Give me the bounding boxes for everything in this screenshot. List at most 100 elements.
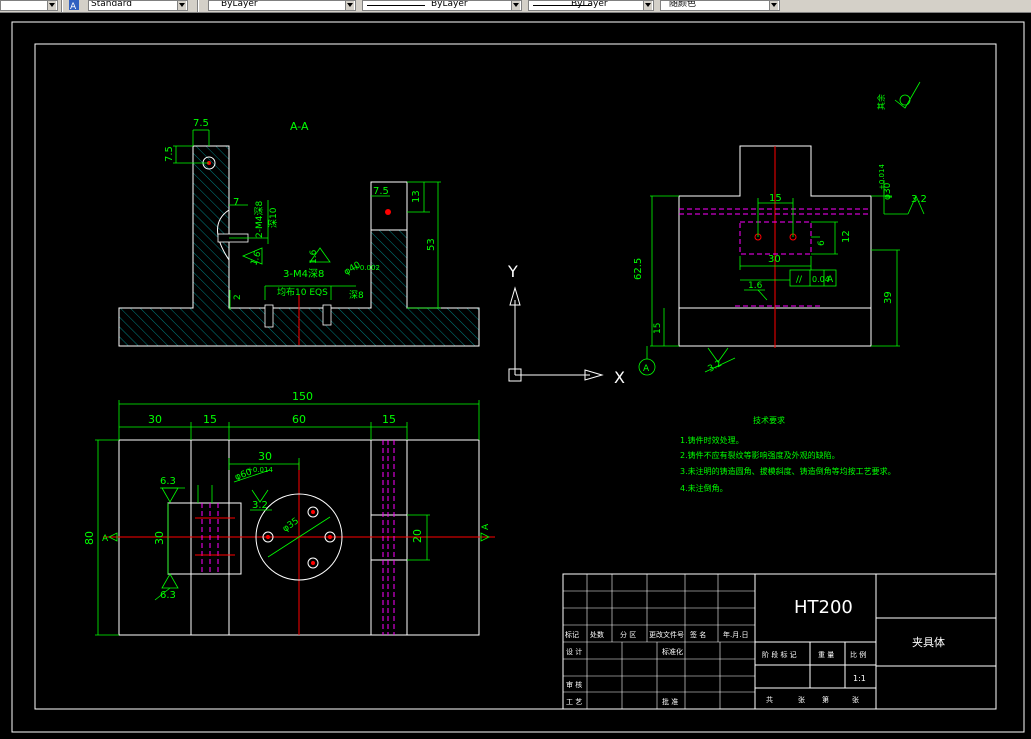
label-date: 年.月.日 (723, 630, 748, 639)
other-roughness-mark: 其余 (876, 94, 886, 110)
label-mark: 标记 (565, 630, 579, 639)
chevron-down-icon[interactable] (643, 1, 652, 10)
technical-notes: 技术要求 1.铸件时效处理。 2.铸件不应有裂纹等影响强度及外观的缺陷。 3.未… (680, 415, 896, 493)
roughness-6-3-b: 6.3 (160, 590, 176, 601)
dim-30-top: 30 (148, 413, 162, 426)
tol-0-002: +0.002 (354, 264, 380, 272)
dim-phi35: φ35 (281, 516, 301, 534)
dim-2: 2 (233, 294, 243, 300)
section-mark-left: A (102, 534, 109, 544)
roughness-3-2: 3.2 (911, 194, 927, 205)
dim-7: 7 (233, 197, 239, 208)
section-mark-right: A (481, 523, 491, 530)
chevron-down-icon[interactable] (47, 1, 56, 10)
label-stage: 阶 段 标 记 (762, 650, 797, 659)
color-dropdown[interactable]: 随颜色 (660, 0, 780, 11)
color-value: 随颜色 (669, 0, 697, 9)
section-view: A-A 7.5 7.5 7 2-M4深8 深10 1.6 1.6 3-M4深8 … (118, 118, 480, 347)
label-process: 工 艺 (566, 698, 582, 706)
gtol-symbol: // (796, 275, 803, 285)
dim-15: 15 (769, 193, 782, 204)
dim-39: 39 (883, 291, 894, 304)
lineweight-value: ByLayer (571, 0, 608, 9)
dim-30-mid: 30 (258, 450, 272, 463)
chevron-down-icon[interactable] (769, 1, 778, 10)
toolbar-separator (61, 0, 63, 12)
text-style-icon[interactable]: A (68, 0, 80, 11)
dim-12: 12 (841, 230, 852, 243)
label-sheets: 张 (798, 695, 805, 704)
label-zone: 分 区 (620, 630, 636, 639)
linetype-dropdown[interactable]: ByLayer (362, 0, 522, 11)
dim-15-top-a: 15 (203, 413, 217, 426)
label-signature: 签 名 (690, 630, 706, 639)
dim-7-5-top: 7.5 (193, 118, 209, 129)
note-item: 4.未注倒角。 (680, 483, 728, 493)
dim-6: 6 (817, 240, 827, 246)
prev-dropdown[interactable] (0, 0, 58, 11)
dim-20: 20 (411, 529, 424, 543)
dim-80: 80 (83, 531, 96, 545)
ucs-icon: Y X (507, 262, 625, 387)
depth-8: 深8 (349, 290, 364, 301)
datum-a: A (643, 364, 650, 374)
drawing-canvas[interactable]: A-A 7.5 7.5 7 2-M4深8 深10 1.6 1.6 3-M4深8 … (0, 12, 1031, 739)
note-item: 3.未注明的铸造圆角、拔模斜度、铸造倒角等均按工艺要求。 (680, 466, 896, 476)
label-standard: 标准化 (662, 647, 683, 656)
dim-7-5-vert: 7.5 (164, 146, 175, 162)
side-view: 15 φ30 +0.014 3.2 6 12 30 62.5 39 1.6 //… (633, 81, 927, 376)
dim-7-5-right: 7.5 (373, 186, 389, 197)
plan-view: 150 30 15 60 15 30 φ60 +0.014 6.3 3.2 80… (83, 390, 495, 636)
label-sheet: 张 (852, 695, 859, 704)
label-approve: 批 准 (662, 697, 678, 706)
svg-text:A: A (70, 2, 77, 11)
toolbar-separator (197, 0, 199, 12)
hole-left (264, 304, 274, 328)
label-weight: 重 量 (818, 651, 834, 659)
chevron-down-icon[interactable] (511, 1, 520, 10)
dim-62-5: 62.5 (633, 258, 644, 280)
gtol-datum: A (827, 275, 834, 285)
material-text: HT200 (794, 597, 853, 618)
label-count: 处数 (590, 630, 604, 639)
label-change-doc: 更改文件号 (649, 630, 684, 639)
notes-title: 技术要求 (753, 415, 785, 425)
eqs-note: 均布10 EQS (277, 286, 328, 298)
dim-150: 150 (292, 390, 313, 403)
x-axis-label: X (614, 368, 625, 387)
roughness-1-6-b: 1.6 (309, 249, 319, 264)
part-name-text: 夹具体 (912, 635, 945, 649)
tol-plan-0-014: +0.014 (247, 466, 273, 474)
chevron-down-icon[interactable] (345, 1, 354, 10)
dim-13: 13 (411, 190, 422, 203)
tol-0-014: +0.014 (878, 164, 886, 190)
label-total: 共 (766, 695, 773, 704)
label-no: 第 (822, 695, 829, 704)
pin-hole-right (385, 209, 391, 215)
title-block-row-labels: 标记 处数 分 区 更改文件号 签 名 年.月.日 设 计 标准化 审 核 工 … (565, 630, 866, 706)
dim-60: 60 (292, 413, 306, 426)
text-style-dropdown[interactable]: Standard (88, 0, 188, 11)
dim-30-vert: 30 (153, 531, 166, 545)
layer-value: ByLayer (221, 0, 258, 9)
note-item: 1.铸件时效处理。 (680, 435, 744, 445)
roughness-3-2-plan: 3.2 (252, 500, 268, 511)
y-axis-label: Y (507, 262, 518, 281)
label-review: 审 核 (566, 680, 582, 689)
note-item: 2.铸件不应有裂纹等影响强度及外观的缺陷。 (680, 450, 840, 460)
scale-value: 1:1 (853, 674, 866, 683)
chevron-down-icon[interactable] (177, 1, 186, 10)
roughness-3-2b: 3.2 (707, 359, 724, 375)
label-scale: 比 例 (850, 650, 866, 659)
drawing-outer-frame (11, 21, 1025, 733)
layer-dropdown[interactable]: ByLayer (208, 0, 356, 11)
lineweight-dropdown[interactable]: ByLayer (528, 0, 654, 11)
section-label: A-A (290, 120, 309, 133)
dim-53: 53 (426, 238, 437, 251)
dim-15-top-b: 15 (382, 413, 396, 426)
thread-3m4: 3-M4深8 (283, 268, 324, 280)
hole-right (322, 304, 332, 326)
dim-15b: 15 (653, 323, 663, 334)
text-style-value: Standard (91, 0, 132, 9)
label-design: 设 计 (566, 647, 582, 656)
